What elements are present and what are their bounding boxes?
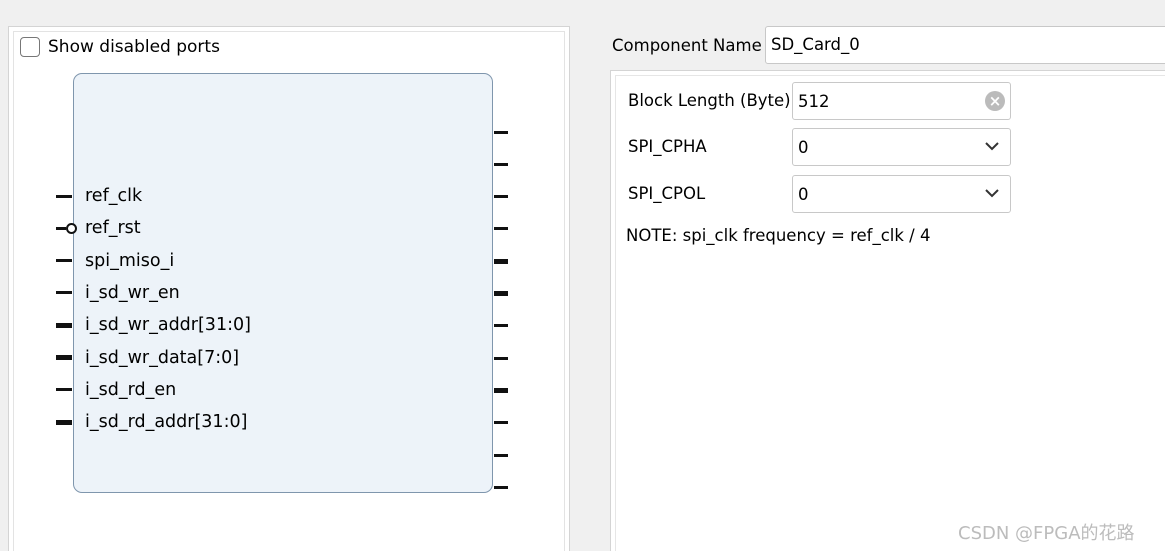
frequency-note: NOTE: spi_clk frequency = ref_clk / 4 <box>626 226 931 245</box>
output-pin <box>494 324 508 328</box>
input-pin <box>56 291 72 295</box>
show-disabled-ports-checkbox[interactable] <box>20 37 40 57</box>
spi-cpol-select[interactable]: 0 <box>792 175 1011 213</box>
output-pin <box>494 453 508 457</box>
output-pin <box>494 130 508 134</box>
output-pin <box>494 195 508 199</box>
component-name-value: SD_Card_0 <box>771 35 860 54</box>
output-pin <box>494 227 508 231</box>
output-bus-pin <box>494 291 508 296</box>
input-port-label: spi_miso_i <box>85 250 175 271</box>
input-port-label: ref_clk <box>85 186 143 206</box>
input-bus-pin <box>56 419 72 425</box>
output-pin <box>494 485 508 489</box>
input-pin <box>56 226 66 230</box>
clear-icon[interactable]: × <box>985 91 1005 111</box>
input-pin <box>56 388 72 392</box>
input-port-label: i_sd_rd_addr[31:0] <box>85 412 248 433</box>
watermark: CSDN @FPGA的花路 <box>958 523 1135 544</box>
input-bus-pin <box>56 322 72 328</box>
block-length-label: Block Length (Byte) <box>628 91 791 110</box>
input-bus-pin <box>56 355 72 360</box>
output-pin <box>494 421 508 425</box>
chevron-down-icon <box>985 189 999 198</box>
input-pin <box>56 194 72 198</box>
spi-cpha-label: SPI_CPHA <box>628 137 707 156</box>
input-pin <box>56 259 72 263</box>
input-port-label: ref_rst <box>85 218 141 239</box>
input-port-label: i_sd_rd_en <box>85 379 177 400</box>
output-pin <box>494 162 508 166</box>
input-port-label: i_sd_wr_en <box>85 282 180 303</box>
chevron-down-icon <box>985 142 999 151</box>
show-disabled-ports-label: Show disabled ports <box>48 37 220 57</box>
spi-cpol-label: SPI_CPOL <box>628 184 706 203</box>
block-length-input[interactable]: 512 × <box>792 82 1011 120</box>
output-bus-pin <box>494 387 508 393</box>
show-disabled-ports-toggle[interactable]: Show disabled ports <box>20 37 220 57</box>
input-port-label: i_sd_wr_addr[31:0] <box>85 315 251 336</box>
active-low-bubble <box>66 222 77 234</box>
spi-cpol-value: 0 <box>798 185 809 204</box>
component-name-label: Component Name <box>612 36 762 55</box>
spi-cpha-value: 0 <box>798 138 809 157</box>
component-name-input[interactable]: SD_Card_0 <box>765 26 1165 64</box>
output-pin <box>494 356 508 360</box>
spi-cpha-select[interactable]: 0 <box>792 128 1011 166</box>
input-port-label: i_sd_wr_data[7:0] <box>85 347 240 368</box>
output-bus-pin <box>494 258 508 264</box>
block-length-value: 512 <box>798 92 830 111</box>
